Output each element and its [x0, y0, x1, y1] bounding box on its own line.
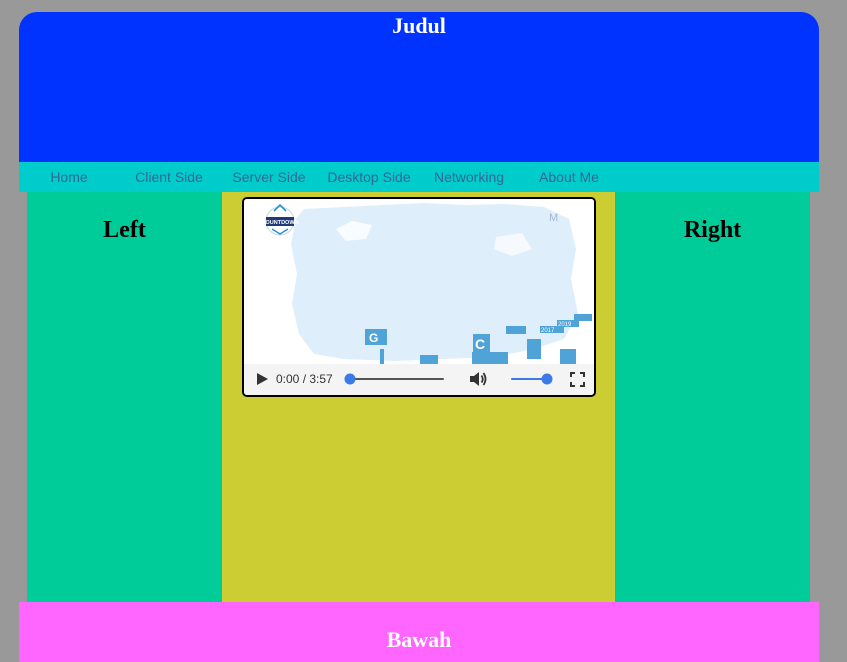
- right-column-title: Right: [683, 217, 742, 243]
- footer-title: Bawah: [386, 627, 452, 652]
- main-nav: Home Client Side Server Side Desktop Sid…: [19, 162, 819, 192]
- seek-slider-thumb[interactable]: [344, 373, 356, 385]
- play-icon[interactable]: [255, 372, 269, 386]
- svg-text:2019: 2019: [558, 322, 572, 328]
- svg-text:G: G: [369, 331, 378, 345]
- video-controls: 0:00 / 3:57: [244, 364, 594, 395]
- svg-text:C: C: [475, 336, 485, 352]
- video-thumbnail-image: M G C 2017 2019 COUNTDOWN: [244, 199, 594, 364]
- video-time: 0:00 / 3:57: [276, 372, 333, 386]
- volume-slider[interactable]: [509, 373, 553, 385]
- volume-slider-thumb[interactable]: [541, 373, 553, 385]
- video-thumbnail[interactable]: M G C 2017 2019 COUNTDOWN: [244, 199, 594, 364]
- svg-text:2017: 2017: [541, 328, 555, 334]
- page-title: Judul: [392, 13, 446, 38]
- page-header: Judul: [19, 12, 819, 162]
- left-column-title: Left: [103, 217, 146, 243]
- svg-text:M: M: [549, 212, 558, 224]
- seek-slider[interactable]: [344, 373, 448, 385]
- nav-link-networking[interactable]: Networking: [419, 162, 519, 192]
- nav-link-desktop-side[interactable]: Desktop Side: [319, 162, 419, 192]
- fullscreen-icon[interactable]: [570, 372, 585, 387]
- nav-link-server-side[interactable]: Server Side: [219, 162, 319, 192]
- nav-link-client-side[interactable]: Client Side: [119, 162, 219, 192]
- channel-logo-text: COUNTDOWN: [262, 220, 299, 226]
- left-column: Left: [27, 192, 222, 602]
- center-column: M G C 2017 2019 COUNTDOWN 0:00 / 3:57: [222, 192, 615, 602]
- nav-link-about-me[interactable]: About Me: [519, 162, 619, 192]
- video-player[interactable]: M G C 2017 2019 COUNTDOWN 0:00 / 3:57: [242, 197, 596, 397]
- page-footer: Bawah: [19, 602, 819, 662]
- volume-icon[interactable]: [468, 369, 488, 389]
- nav-link-home[interactable]: Home: [19, 162, 119, 192]
- right-column: Right: [615, 192, 810, 602]
